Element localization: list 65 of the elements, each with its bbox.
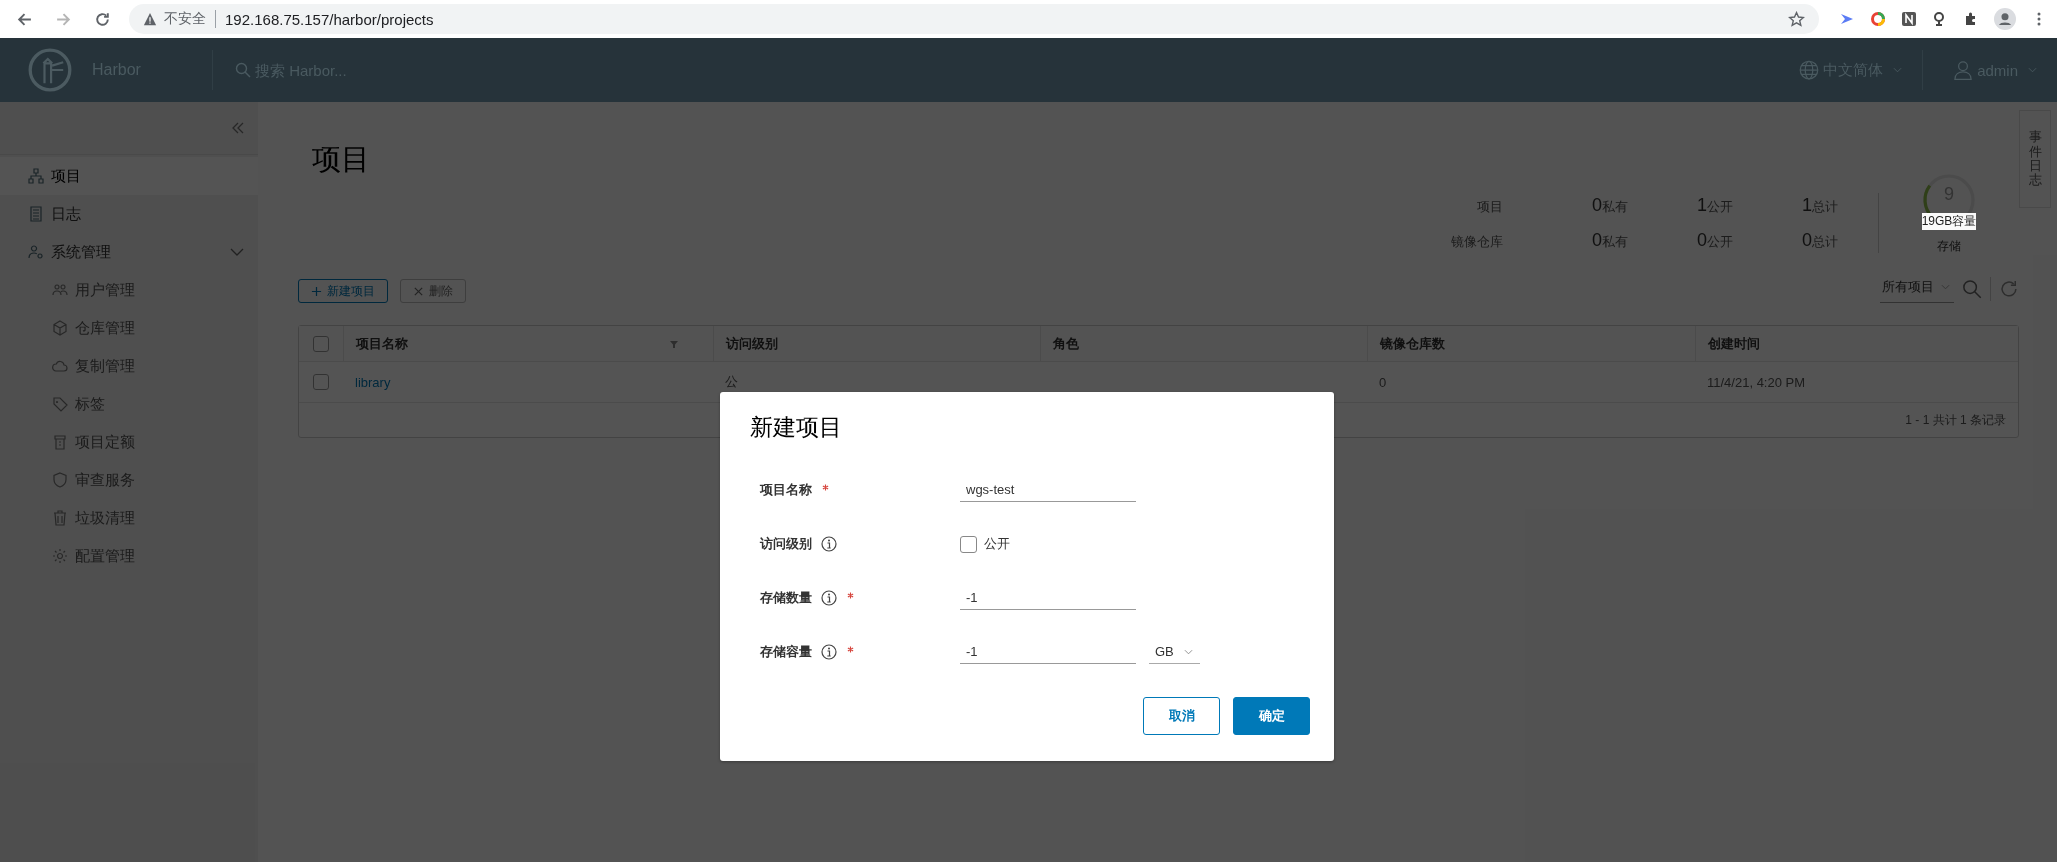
security-label: 不安全	[164, 10, 206, 28]
nav-item[interactable]: 项目	[0, 157, 258, 195]
confirm-button[interactable]: 确定	[1233, 697, 1310, 735]
required-icon	[822, 483, 829, 491]
field-label: 存储数量	[760, 589, 812, 607]
search-icon[interactable]	[1962, 278, 1982, 299]
column-header[interactable]: 项目名称	[356, 334, 408, 353]
checkbox-label[interactable]: 公开	[984, 535, 1010, 553]
profile-icon[interactable]	[1994, 8, 2016, 30]
document-icon	[28, 206, 44, 222]
close-icon	[413, 285, 424, 297]
url-text: 192.168.75.157/harbor/projects	[225, 10, 435, 28]
clipboard-icon	[52, 434, 68, 450]
unit-dropdown[interactable]: GB	[1149, 640, 1200, 664]
column-header[interactable]: 角色	[1053, 334, 1079, 353]
row-checkbox[interactable]	[313, 374, 329, 390]
page-title: 项目	[312, 142, 371, 177]
star-icon[interactable]	[1788, 10, 1805, 28]
column-header[interactable]: 创建时间	[1708, 334, 1760, 353]
column-header[interactable]: 镜像仓库数	[1380, 334, 1445, 353]
caret-icon	[1893, 67, 1903, 73]
gear-icon	[52, 548, 68, 564]
address-bar[interactable]: 不安全 192.168.75.157/harbor/projects	[129, 4, 1819, 34]
caret-icon	[1941, 284, 1950, 290]
table-cell: 11/4/21, 4:20 PM	[1707, 374, 1806, 390]
users-icon	[52, 282, 68, 298]
info-icon[interactable]	[821, 644, 837, 660]
field-label: 访问级别	[760, 535, 812, 553]
cube-icon	[52, 320, 68, 336]
nav-label: 系统管理	[51, 242, 111, 262]
extension-icon[interactable]	[1901, 11, 1917, 27]
nav-item[interactable]: 系统管理	[0, 233, 258, 271]
required-icon	[847, 591, 854, 599]
dialog-title: 新建项目	[750, 413, 843, 442]
user-icon	[1953, 60, 1974, 80]
new-project-button[interactable]: 新建项目	[298, 279, 388, 303]
nav-label: 项目	[51, 166, 81, 186]
nav-label: 日志	[51, 204, 81, 224]
cancel-button[interactable]: 取消	[1143, 697, 1220, 735]
user-gear-icon	[28, 244, 44, 260]
select-all-checkbox[interactable]	[313, 335, 329, 352]
public-checkbox[interactable]	[960, 535, 977, 553]
field-label: 项目名称	[760, 481, 812, 499]
info-icon[interactable]	[821, 590, 837, 606]
caret-icon	[2028, 67, 2037, 73]
nav-item[interactable]: 日志	[0, 195, 258, 233]
column-header[interactable]: 访问级别	[726, 334, 778, 353]
shield-icon	[52, 472, 68, 488]
globe-icon	[1799, 60, 1820, 80]
required-icon	[847, 645, 854, 653]
warning-icon	[143, 12, 157, 26]
storage-label: 存储	[1937, 238, 1961, 255]
cloud-icon	[52, 358, 68, 374]
trash-icon	[52, 510, 68, 526]
caret-icon	[1183, 648, 1193, 655]
storage-capacity: 19GB容量	[1921, 213, 1977, 230]
reload-icon[interactable]	[94, 10, 111, 28]
chevron-icon[interactable]	[230, 248, 244, 256]
plus-icon	[311, 285, 322, 297]
tag-icon	[52, 396, 68, 412]
info-icon[interactable]	[821, 536, 837, 552]
field-label: 存储容量	[760, 643, 812, 661]
project-link[interactable]: library	[355, 374, 391, 390]
sitemap-icon	[28, 168, 44, 184]
project-filter-dropdown[interactable]: 所有项目	[1880, 274, 1954, 303]
